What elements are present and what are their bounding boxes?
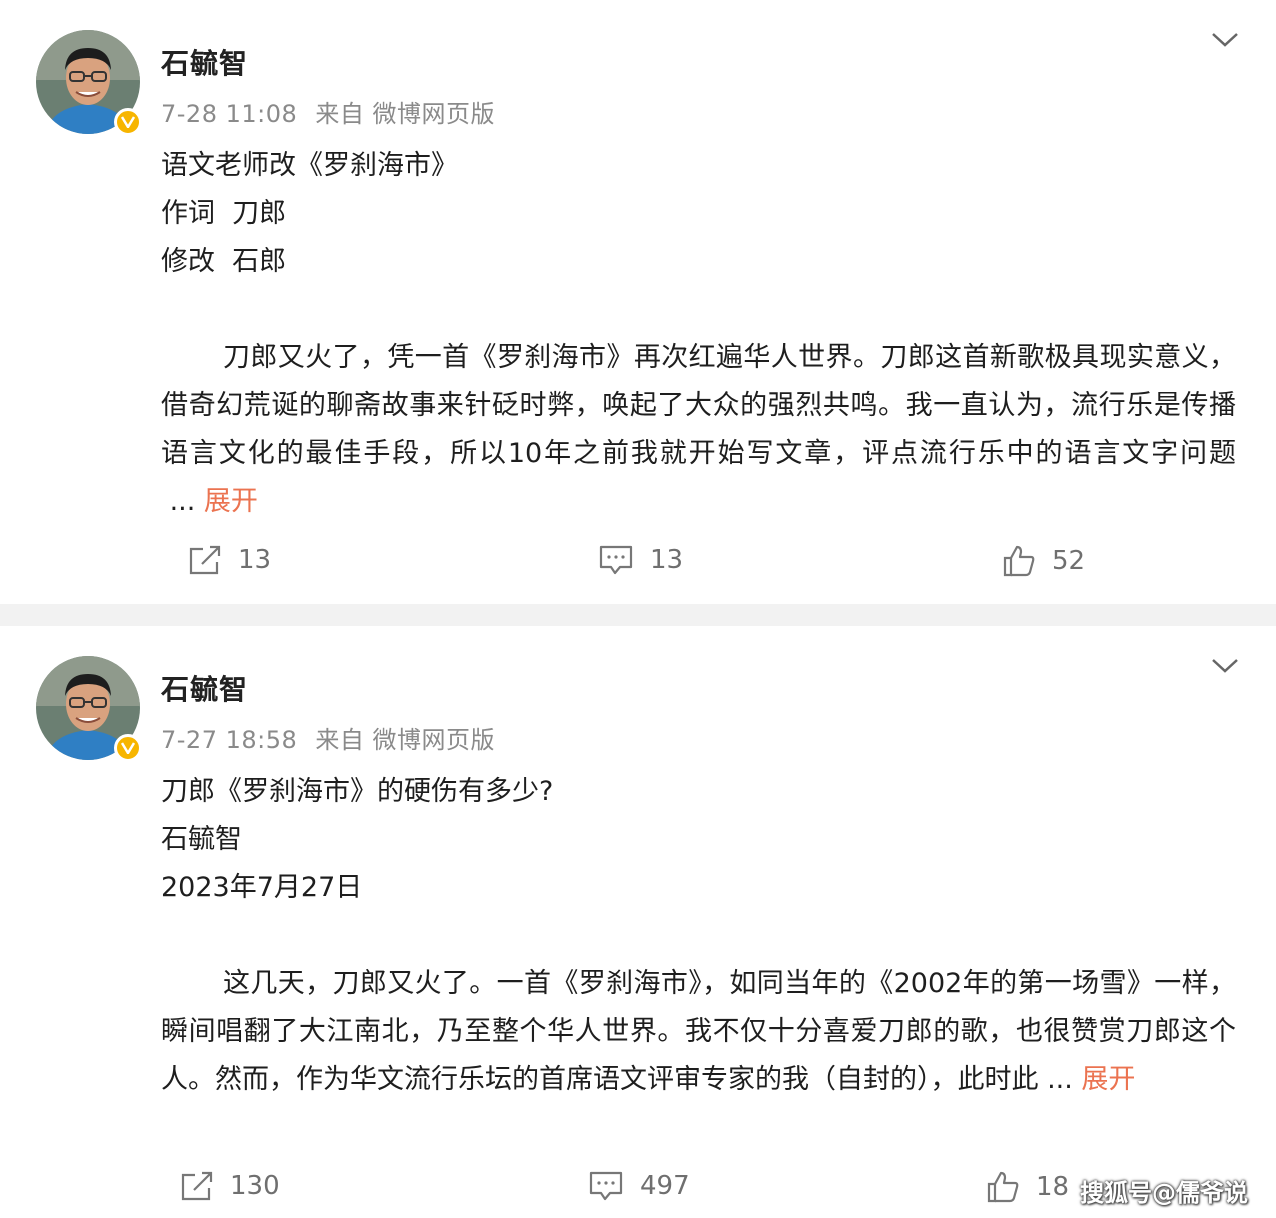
post-time[interactable]: 7-28 11:08: [161, 100, 297, 128]
chevron-down-icon[interactable]: [1210, 656, 1240, 676]
verified-badge-icon: [114, 734, 142, 762]
verified-badge-icon: [114, 108, 142, 136]
avatar[interactable]: [36, 30, 142, 136]
headline-line: 作词 刀郎: [161, 198, 287, 229]
repost-button[interactable]: 130: [180, 1170, 280, 1202]
post-body: 这几天，刀郎又火了。一首《罗刹海市》，如同当年的《2002年的第一场雪》一样，瞬…: [161, 960, 1236, 1104]
ellipsis: ...: [161, 486, 204, 517]
repost-count: 130: [230, 1171, 280, 1201]
headline-line: 2023年7月27日: [161, 872, 363, 903]
like-count: 52: [1052, 546, 1086, 576]
author-name[interactable]: 石毓智: [161, 42, 248, 82]
action-bar: 13 13 52: [0, 544, 1276, 584]
repost-icon: [189, 545, 221, 575]
headline-line: 语文老师改《罗刹海市》: [161, 150, 458, 181]
expand-link[interactable]: 展开: [204, 486, 258, 517]
author-name[interactable]: 石毓智: [161, 668, 248, 708]
headline-line: 石毓智: [161, 824, 242, 855]
post-body-text: 刀郎又火了，凭一首《罗刹海市》再次红遍华人世界。刀郎这首新歌极具现实意义，借奇幻…: [161, 342, 1236, 469]
weibo-post: 石毓智 7-27 18:58 来自 微博网页版 刀郎《罗刹海市》的硬伤有多少? …: [0, 626, 1276, 1218]
post-source: 来自 微博网页版: [315, 100, 496, 128]
comment-count: 497: [640, 1171, 690, 1201]
post-time[interactable]: 7-27 18:58: [161, 726, 297, 754]
thumbs-up-icon: [1003, 545, 1035, 577]
headline-line: 修改 石郎: [161, 246, 287, 277]
expand-link[interactable]: 展开: [1081, 1064, 1135, 1095]
ellipsis: ...: [1038, 1064, 1082, 1095]
post-meta: 7-27 18:58 来自 微博网页版: [161, 720, 495, 755]
comment-icon: [599, 545, 633, 575]
comment-button[interactable]: 497: [588, 1170, 690, 1202]
post-body: 刀郎又火了，凭一首《罗刹海市》再次红遍华人世界。刀郎这首新歌极具现实意义，借奇幻…: [161, 334, 1236, 526]
chevron-down-icon[interactable]: [1210, 30, 1240, 50]
thumbs-up-icon: [987, 1171, 1019, 1203]
post-headline: 刀郎《罗刹海市》的硬伤有多少? 石毓智 2023年7月27日: [161, 768, 553, 912]
like-count: 18: [1036, 1172, 1070, 1202]
comment-count: 13: [650, 545, 684, 575]
comment-icon: [589, 1171, 623, 1201]
comment-button[interactable]: 13: [598, 544, 683, 576]
feed-separator: [0, 604, 1276, 626]
headline-line: 刀郎《罗刹海市》的硬伤有多少?: [161, 776, 554, 807]
repost-button[interactable]: 13: [188, 544, 271, 576]
avatar[interactable]: [36, 656, 142, 762]
repost-icon: [181, 1171, 213, 1201]
repost-count: 13: [238, 545, 272, 575]
like-button[interactable]: 52: [1002, 544, 1085, 578]
post-meta: 7-28 11:08 来自 微博网页版: [161, 94, 495, 129]
post-headline: 语文老师改《罗刹海市》 作词 刀郎 修改 石郎: [161, 142, 458, 286]
weibo-post: 石毓智 7-28 11:08 来自 微博网页版 语文老师改《罗刹海市》 作词 刀…: [0, 0, 1276, 604]
post-source: 来自 微博网页版: [315, 726, 496, 754]
like-button[interactable]: 18: [986, 1170, 1069, 1204]
watermark: 搜狐号@儒爷说: [1080, 1179, 1248, 1207]
